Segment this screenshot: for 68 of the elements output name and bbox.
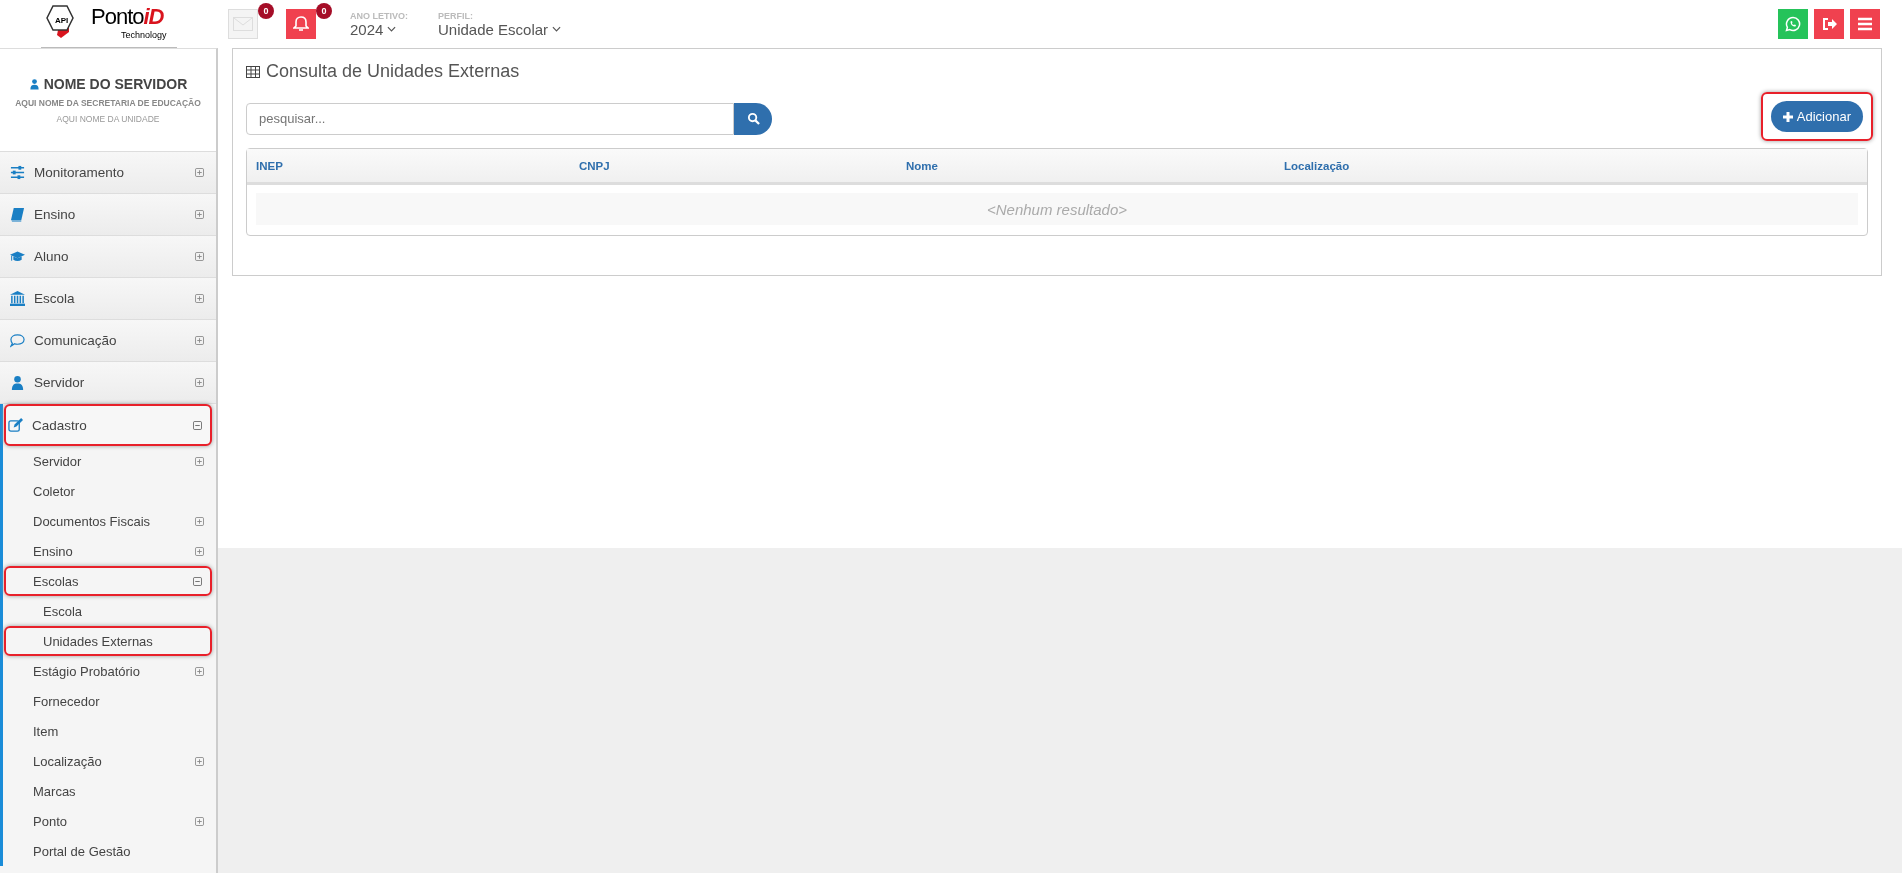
expand-icon[interactable] [195, 756, 204, 766]
column-header[interactable]: Nome [906, 159, 938, 172]
table-icon [246, 65, 260, 78]
expand-icon[interactable] [195, 456, 204, 466]
expand-icon[interactable] [195, 546, 204, 556]
submenu-item[interactable]: Marcas [3, 776, 216, 806]
collapse-icon[interactable] [193, 576, 202, 586]
submenu-item[interactable]: Localização [3, 746, 216, 776]
expand-icon[interactable] [195, 210, 204, 219]
submenu-item[interactable]: Unidades Externas [4, 626, 212, 656]
message-count-badge: 0 [258, 3, 274, 19]
sliders-icon [10, 165, 25, 180]
bell-icon [293, 16, 309, 32]
graduation-cap-icon [10, 249, 25, 264]
submenu-item[interactable]: Ensino [3, 536, 216, 566]
search-button[interactable] [734, 102, 772, 135]
menu-icon [1857, 16, 1873, 32]
menu-button[interactable] [1850, 9, 1880, 39]
chevron-down-icon [552, 26, 562, 32]
chevron-down-icon [387, 26, 397, 32]
column-header[interactable]: CNPJ [579, 159, 610, 172]
submenu-item[interactable]: Ponto [3, 806, 216, 836]
search-field[interactable]: pesquisar... [246, 102, 734, 135]
department-name: AQUI NOME DA SECRETARIA DE EDUCAÇÃO [15, 98, 201, 108]
unit-name: AQUI NOME DA UNIDADE [56, 114, 160, 124]
user-icon [28, 78, 40, 90]
school-year-dropdown[interactable]: 2024 [350, 20, 408, 38]
profile-dropdown[interactable]: Unidade Escolar [438, 20, 562, 38]
submenu-item[interactable]: Servidor [3, 446, 216, 476]
user-icon [10, 375, 25, 390]
submenu-item[interactable]: Estágio Probatório [3, 656, 216, 686]
submenu-item[interactable]: Fornecedor [3, 686, 216, 716]
search-icon [746, 112, 760, 125]
submenu-item[interactable]: Escola [3, 596, 216, 626]
profile-label: PERFIL: [438, 10, 474, 21]
empty-row: <Nenhum resultado> [256, 193, 1858, 225]
menu-item[interactable]: Cadastro [4, 404, 212, 446]
submenu-item[interactable]: Item [3, 716, 216, 746]
notification-count-badge: 0 [316, 3, 332, 19]
chat-phone-icon [1785, 16, 1801, 32]
submenu-item[interactable]: Escolas [4, 566, 212, 596]
expand-icon[interactable] [195, 516, 204, 526]
expand-icon[interactable] [195, 378, 204, 387]
submenu-item[interactable]: Coletor [3, 476, 216, 506]
user-name: NOME DO SERVIDOR [43, 76, 188, 92]
book-icon [10, 207, 25, 222]
expand-icon[interactable] [195, 336, 204, 345]
collapse-icon[interactable] [193, 420, 202, 430]
bank-icon [10, 291, 25, 306]
submenu-item[interactable]: Documentos Fiscais [3, 506, 216, 536]
expand-icon[interactable] [195, 816, 204, 826]
logout-icon [1821, 16, 1837, 32]
submenu-item[interactable]: Portal de Gestão [3, 836, 216, 866]
expand-icon[interactable] [195, 666, 204, 676]
chat-bubble-icon [10, 333, 25, 348]
page-title: Consulta de Unidades Externas [266, 61, 520, 82]
notifications-button[interactable] [286, 9, 316, 39]
expand-icon[interactable] [195, 294, 204, 303]
school-year-label: ANO LETIVO: [350, 10, 408, 21]
column-header[interactable]: Localização [1284, 159, 1350, 172]
expand-icon[interactable] [195, 252, 204, 261]
expand-icon[interactable] [195, 168, 204, 177]
edit-icon [8, 417, 23, 433]
column-header[interactable]: INEP [256, 159, 283, 172]
whatsapp-button[interactable] [1778, 9, 1808, 39]
add-button[interactable]: Adicionar [1770, 101, 1863, 132]
plus-icon [1782, 111, 1793, 122]
logout-button[interactable] [1814, 9, 1844, 39]
